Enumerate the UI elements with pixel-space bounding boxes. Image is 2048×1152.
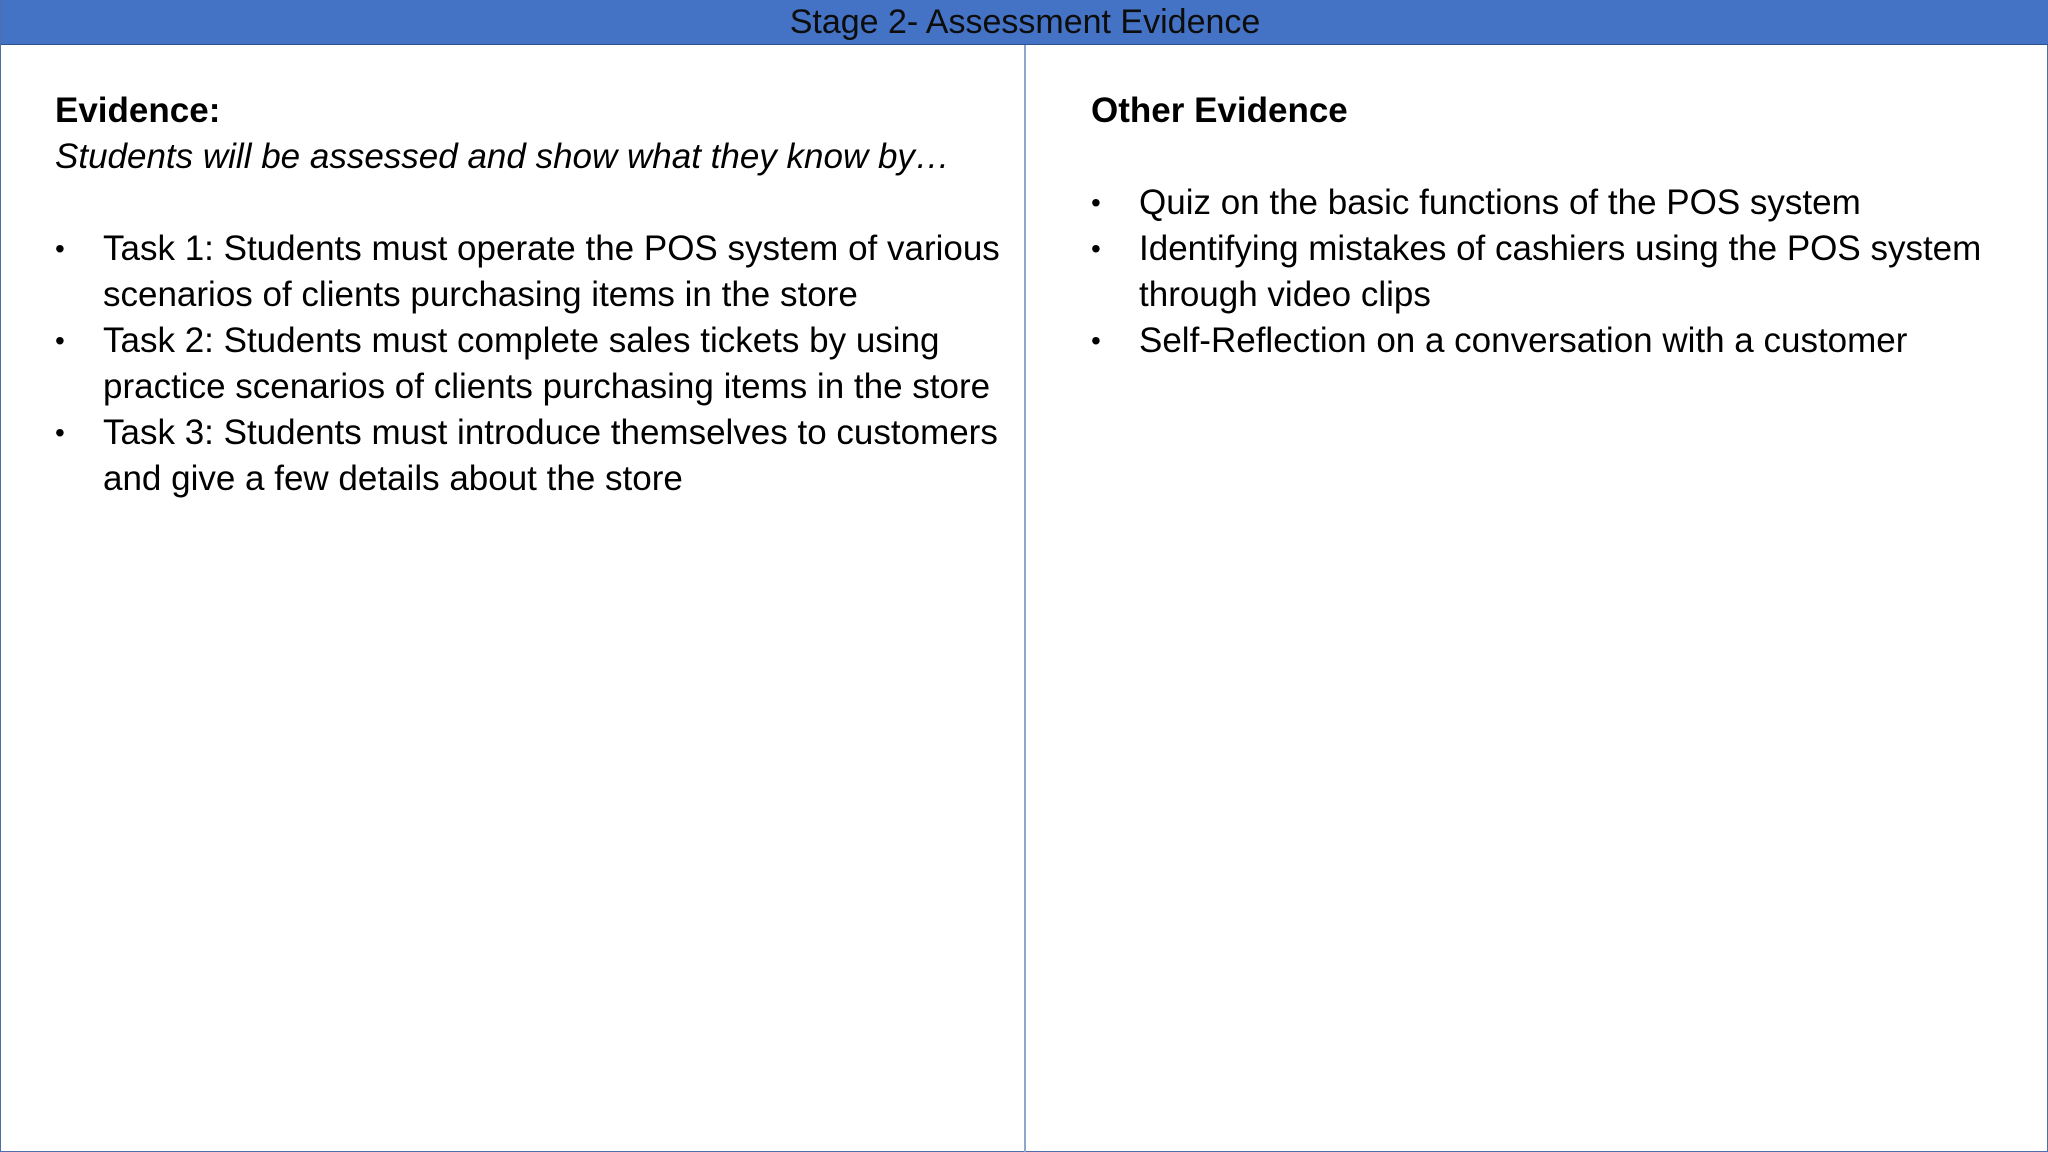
list-item-text: Task 1: Students must operate the POS sy… [103,229,1000,314]
list-item: • Task 3: Students must introduce themse… [55,410,1010,502]
other-evidence-column: Other Evidence • Quiz on the basic funct… [1091,88,2011,364]
page-title: Stage 2- Assessment Evidence [789,3,1261,41]
bullet-icon: • [1091,233,1101,264]
evidence-heading: Evidence: [55,91,221,130]
list-item-text: Task 3: Students must introduce themselv… [103,413,998,498]
header-bar: Stage 2- Assessment Evidence [1,0,2048,45]
list-item: • Identifying mistakes of cashiers using… [1091,226,2011,318]
bullet-icon: • [55,233,65,264]
list-item-text: Identifying mistakes of cashiers using t… [1139,229,1982,314]
list-item: • Self-Reflection on a conversation with… [1091,318,2011,364]
list-item: • Task 2: Students must complete sales t… [55,318,1010,410]
evidence-task-list: • Task 1: Students must operate the POS … [55,226,1010,502]
other-evidence-heading: Other Evidence [1091,91,1348,130]
other-evidence-list: • Quiz on the basic functions of the POS… [1091,180,2011,364]
list-item-text: Quiz on the basic functions of the POS s… [1139,183,1861,222]
bullet-icon: • [1091,325,1101,356]
evidence-column: Evidence: Students will be assessed and … [55,88,1010,502]
bullet-icon: • [55,417,65,448]
column-divider [1024,45,1026,1152]
bullet-icon: • [1091,187,1101,218]
slide: Stage 2- Assessment Evidence Evidence: S… [0,0,2048,1152]
evidence-subheading: Students will be assessed and show what … [55,137,950,176]
bullet-icon: • [55,325,65,356]
list-item: • Task 1: Students must operate the POS … [55,226,1010,318]
list-item-text: Task 2: Students must complete sales tic… [103,321,991,406]
list-item: • Quiz on the basic functions of the POS… [1091,180,2011,226]
list-item-text: Self-Reflection on a conversation with a… [1139,321,1908,360]
